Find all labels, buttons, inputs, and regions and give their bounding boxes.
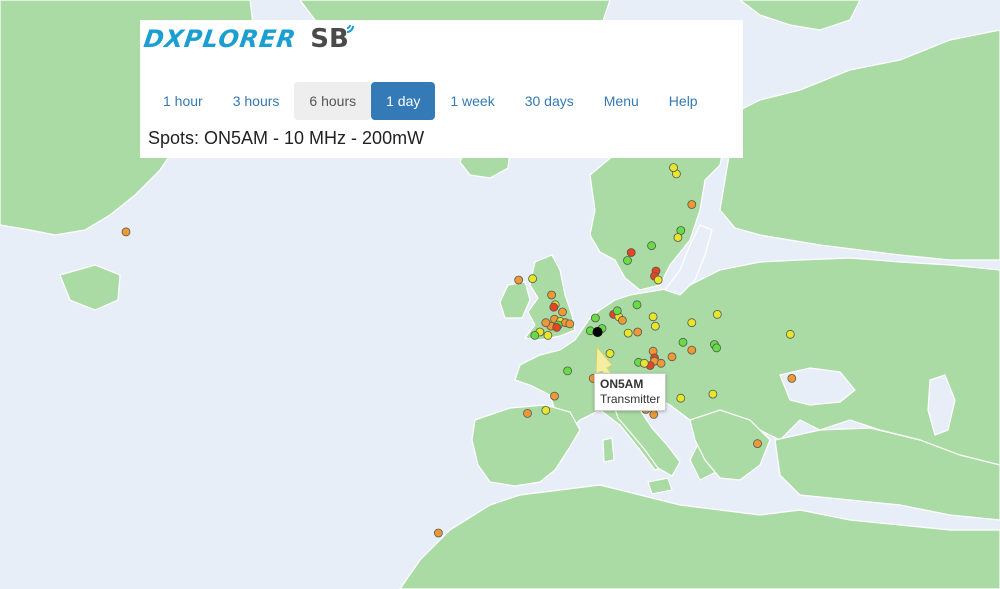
spot-marker[interactable] — [667, 352, 677, 362]
spot-marker[interactable] — [565, 319, 575, 329]
spot-marker[interactable] — [647, 241, 656, 251]
page-title: Spots: ON5AM - 10 MHz - 200mW — [148, 128, 425, 148]
spot-marker[interactable] — [514, 275, 524, 285]
spot-marker[interactable] — [687, 345, 697, 355]
spot-marker[interactable] — [591, 313, 600, 323]
spot-marker[interactable] — [563, 366, 572, 376]
spot-marker[interactable] — [558, 307, 567, 317]
spot-marker[interactable] — [656, 358, 666, 368]
spot-marker[interactable] — [552, 322, 562, 332]
spot-marker[interactable] — [676, 393, 686, 403]
spot-marker[interactable] — [639, 358, 649, 368]
spot-marker[interactable] — [785, 329, 795, 339]
signal-waves-icon — [346, 24, 354, 33]
spot-marker[interactable] — [541, 318, 551, 328]
spot-marker[interactable] — [523, 408, 532, 418]
header-panel: DXPLORER SB 1 hour 3 hours 6 hours 1 day 1 w… — [140, 20, 743, 158]
spot-marker[interactable] — [550, 391, 559, 401]
nav-item-30-days[interactable]: 30 days — [510, 82, 589, 120]
spot-marker[interactable] — [687, 200, 697, 209]
spot-marker[interactable] — [648, 312, 658, 322]
dxplorer-logo: DXPLORER — [142, 25, 299, 53]
spot-marker[interactable] — [626, 248, 636, 257]
nav-item-1-hour[interactable]: 1 hour — [148, 82, 218, 120]
transmitter-tooltip: ON5AM Transmitter — [594, 373, 667, 411]
logo[interactable]: DXPLORER SB — [142, 22, 354, 56]
spot-marker[interactable] — [712, 309, 722, 319]
spot-marker[interactable] — [433, 528, 443, 538]
spot-marker[interactable] — [612, 306, 622, 316]
spot-marker[interactable] — [708, 389, 718, 399]
spot-marker[interactable] — [530, 330, 540, 340]
spot-marker[interactable] — [687, 318, 697, 328]
nav-item-help[interactable]: Help — [654, 82, 713, 120]
spot-marker[interactable] — [669, 163, 678, 173]
transmitter-marker[interactable] — [592, 327, 603, 337]
spot-marker[interactable] — [632, 300, 642, 310]
tooltip-role: Transmitter — [600, 392, 661, 406]
spot-marker[interactable] — [549, 302, 559, 312]
spot-marker[interactable] — [649, 409, 659, 419]
spot-marker[interactable] — [121, 227, 131, 237]
spot-marker[interactable] — [678, 337, 688, 347]
sb-mark-text: SB — [310, 24, 349, 54]
spot-marker[interactable] — [712, 343, 721, 353]
nav-item-menu[interactable]: Menu — [589, 82, 654, 120]
spot-marker[interactable] — [673, 233, 683, 242]
spot-marker[interactable] — [650, 321, 660, 331]
spot-marker[interactable] — [543, 330, 553, 340]
spot-marker[interactable] — [528, 274, 537, 284]
spot-marker[interactable] — [618, 315, 627, 325]
nav-item-3-hours[interactable]: 3 hours — [218, 82, 295, 120]
sb-logo: SB — [310, 24, 354, 54]
spot-marker[interactable] — [653, 275, 663, 285]
time-range-nav: 1 hour 3 hours 6 hours 1 day 1 week 30 days Me… — [148, 82, 713, 120]
spot-marker[interactable] — [541, 405, 551, 415]
tooltip-callsign: ON5AM — [600, 377, 644, 391]
spot-marker[interactable] — [787, 373, 797, 383]
spot-marker[interactable] — [623, 256, 632, 265]
nav-item-1-week[interactable]: 1 week — [435, 82, 509, 120]
spot-marker[interactable] — [753, 439, 762, 449]
nav-item-6-hours[interactable]: 6 hours — [294, 82, 372, 120]
spot-marker[interactable] — [633, 327, 643, 337]
spot-marker[interactable] — [605, 349, 615, 358]
spot-marker[interactable] — [547, 290, 556, 300]
spot-marker[interactable] — [623, 328, 633, 338]
sardinia — [602, 437, 615, 463]
nav-item-1-day[interactable]: 1 day — [371, 82, 436, 120]
